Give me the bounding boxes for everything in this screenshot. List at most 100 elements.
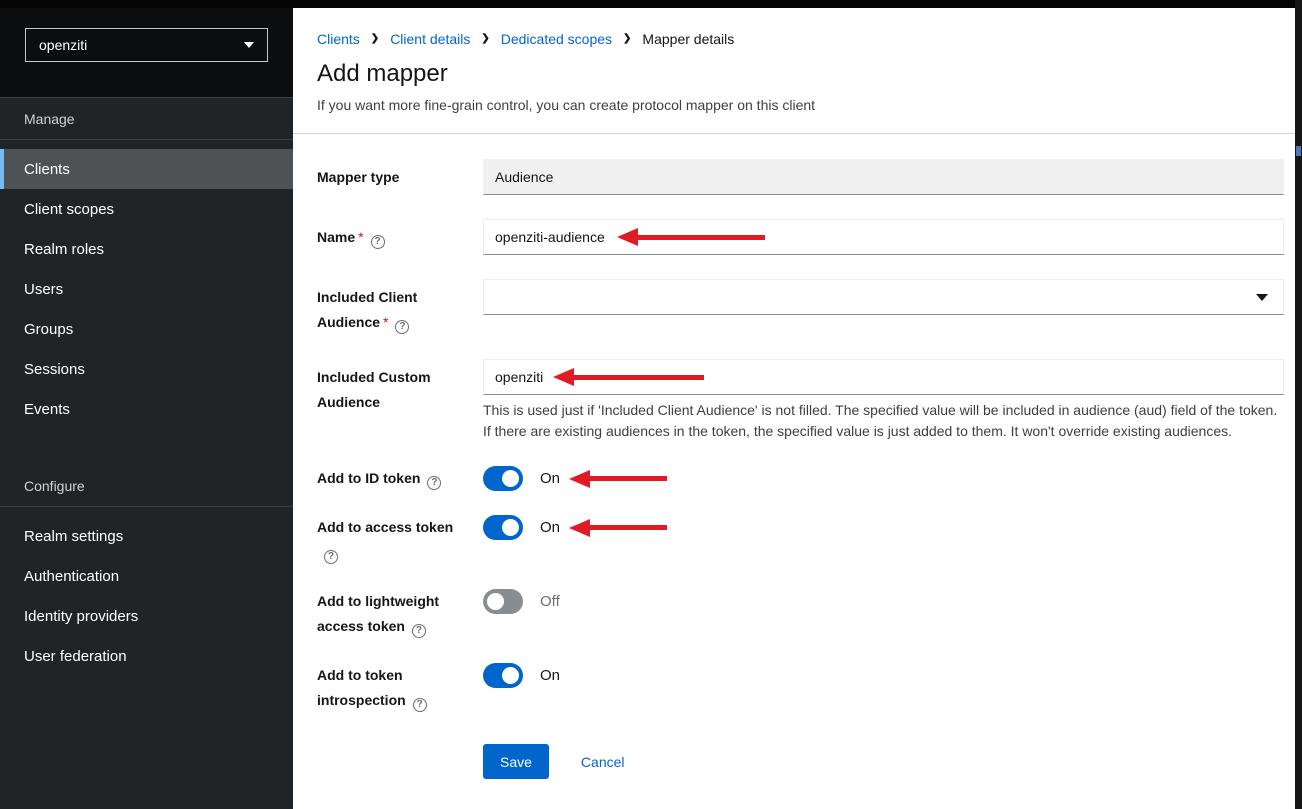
help-icon[interactable]: ? (413, 698, 427, 712)
sidebar-item-identity-providers[interactable]: Identity providers (0, 596, 293, 636)
add-to-access-token-label-text: Add to access token (317, 519, 453, 535)
sidebar-item-events[interactable]: Events (0, 389, 293, 429)
sidebar-item-user-federation[interactable]: User federation (0, 636, 293, 676)
toggle-knob (487, 593, 504, 610)
add-to-access-token-toggle[interactable] (483, 515, 523, 540)
chevron-right-icon: ❯ (481, 34, 489, 44)
sidebar-item-label: Realm roles (24, 241, 104, 258)
add-to-access-token-state: On (540, 519, 560, 536)
name-label: Name*? (317, 219, 483, 250)
sidebar-item-label: Authentication (24, 568, 119, 585)
included-custom-audience-input-wrap (483, 359, 1284, 395)
add-to-access-token-label: Add to access token? (317, 515, 483, 565)
mapper-type-field (483, 159, 1284, 195)
nav-group-title-manage: Manage (0, 98, 293, 139)
sidebar-item-label: Groups (24, 321, 73, 338)
caret-down-icon (244, 42, 254, 48)
add-to-lightweight-access-token-state: Off (540, 593, 560, 610)
breadcrumb-link-dedicated-scopes[interactable]: Dedicated scopes (501, 31, 612, 47)
sidebar-item-label: Sessions (24, 361, 85, 378)
help-icon[interactable]: ? (412, 624, 426, 638)
form-row-add-to-id-token: Add to ID token? On (317, 466, 1284, 491)
nav-group-title-configure: Configure (0, 465, 293, 506)
add-to-token-introspection-state: On (540, 667, 560, 684)
name-label-text: Name (317, 229, 355, 245)
chevron-right-icon: ❯ (623, 34, 631, 44)
help-icon[interactable]: ? (371, 235, 385, 249)
realm-selector-value: openziti (39, 37, 87, 53)
mapper-type-label: Mapper type (317, 159, 483, 190)
add-to-id-token-label-text: Add to ID token (317, 470, 420, 486)
included-custom-audience-helper-text: This is used just if 'Included Client Au… (483, 400, 1284, 442)
add-to-token-introspection-toggle[interactable] (483, 663, 523, 688)
add-to-id-token-cell: On (483, 466, 1284, 491)
included-custom-audience-field-wrap: This is used just if 'Included Client Au… (483, 359, 1284, 442)
add-mapper-form: Mapper type Name*? (293, 134, 1302, 779)
annotation-arrow-id-token (569, 470, 667, 488)
required-asterisk: * (383, 314, 388, 330)
add-to-id-token-state: On (540, 470, 560, 487)
form-row-add-to-token-introspection: Add to token introspection? On (317, 663, 1284, 713)
breadcrumb-current-mapper-details: Mapper details (642, 31, 734, 47)
add-to-token-introspection-cell: On (483, 663, 1284, 688)
realm-selector[interactable]: openziti (25, 28, 268, 62)
included-client-audience-field-wrap (483, 279, 1284, 315)
sidebar-item-sessions[interactable]: Sessions (0, 349, 293, 389)
realm-selector-area: openziti (0, 0, 293, 97)
add-to-token-introspection-label: Add to token introspection? (317, 663, 483, 713)
sidebar-item-groups[interactable]: Groups (0, 309, 293, 349)
form-actions: Save Cancel (483, 744, 1284, 779)
annotation-arrow-access-token (569, 519, 667, 537)
sidebar-item-authentication[interactable]: Authentication (0, 556, 293, 596)
sidebar-item-label: Client scopes (24, 201, 114, 218)
page-subtitle: If you want more fine-grain control, you… (317, 97, 1278, 113)
included-custom-audience-label: Included Custom Audience (317, 359, 483, 415)
add-to-id-token-toggle[interactable] (483, 466, 523, 491)
form-row-included-custom-audience: Included Custom Audience This is used ju… (317, 359, 1284, 442)
toggle-knob (502, 470, 519, 487)
form-row-name: Name*? (317, 219, 1284, 255)
add-to-lightweight-access-token-toggle[interactable] (483, 589, 523, 614)
main-content: Clients ❯ Client details ❯ Dedicated sco… (293, 0, 1302, 809)
sidebar-item-users[interactable]: Users (0, 269, 293, 309)
help-icon[interactable]: ? (395, 320, 409, 334)
nav-group-spacer (0, 429, 293, 465)
form-row-included-client-audience: Included Client Audience*? (317, 279, 1284, 335)
add-to-access-token-cell: On (483, 515, 1284, 540)
chevron-right-icon: ❯ (371, 34, 379, 44)
breadcrumb: Clients ❯ Client details ❯ Dedicated sco… (317, 31, 1278, 47)
sidebar-item-realm-roles[interactable]: Realm roles (0, 229, 293, 269)
arrow-head (569, 470, 590, 488)
toggle-knob (502, 667, 519, 684)
caret-down-icon (1256, 294, 1268, 301)
add-to-lightweight-access-token-label: Add to lightweight access token? (317, 589, 483, 639)
sidebar-item-label: Clients (24, 161, 70, 178)
form-row-add-to-lightweight-access-token: Add to lightweight access token? Off (317, 589, 1284, 639)
name-input[interactable] (483, 219, 1284, 255)
page-header: Clients ❯ Client details ❯ Dedicated sco… (293, 8, 1302, 134)
included-client-audience-select[interactable] (483, 279, 1284, 315)
form-row-mapper-type: Mapper type (317, 159, 1284, 195)
sidebar-item-realm-settings[interactable]: Realm settings (0, 516, 293, 556)
sidebar-item-clients[interactable]: Clients (0, 149, 293, 189)
keycloak-admin-console: openziti Manage Clients Client scopes Re… (0, 0, 1302, 809)
add-to-lightweight-access-token-cell: Off (483, 589, 1284, 614)
breadcrumb-link-clients[interactable]: Clients (317, 31, 360, 47)
page-title: Add mapper (317, 60, 1278, 88)
included-custom-audience-input[interactable] (483, 359, 1284, 395)
name-field-wrap (483, 219, 1284, 255)
nav-list-manage: Clients Client scopes Realm roles Users … (0, 140, 293, 429)
scrollbar-track (1295, 0, 1302, 809)
scrollbar-thumb[interactable] (1296, 146, 1301, 156)
cancel-link[interactable]: Cancel (581, 754, 625, 770)
help-icon[interactable]: ? (324, 550, 338, 564)
add-to-id-token-label: Add to ID token? (317, 466, 483, 491)
included-client-audience-label: Included Client Audience*? (317, 279, 483, 335)
add-to-token-introspection-label-text: Add to token introspection (317, 667, 406, 708)
arrow-bar (590, 525, 667, 530)
window-chrome-top-strip (0, 0, 1302, 8)
save-button[interactable]: Save (483, 744, 549, 779)
sidebar-item-client-scopes[interactable]: Client scopes (0, 189, 293, 229)
help-icon[interactable]: ? (427, 476, 441, 490)
breadcrumb-link-client-details[interactable]: Client details (390, 31, 470, 47)
